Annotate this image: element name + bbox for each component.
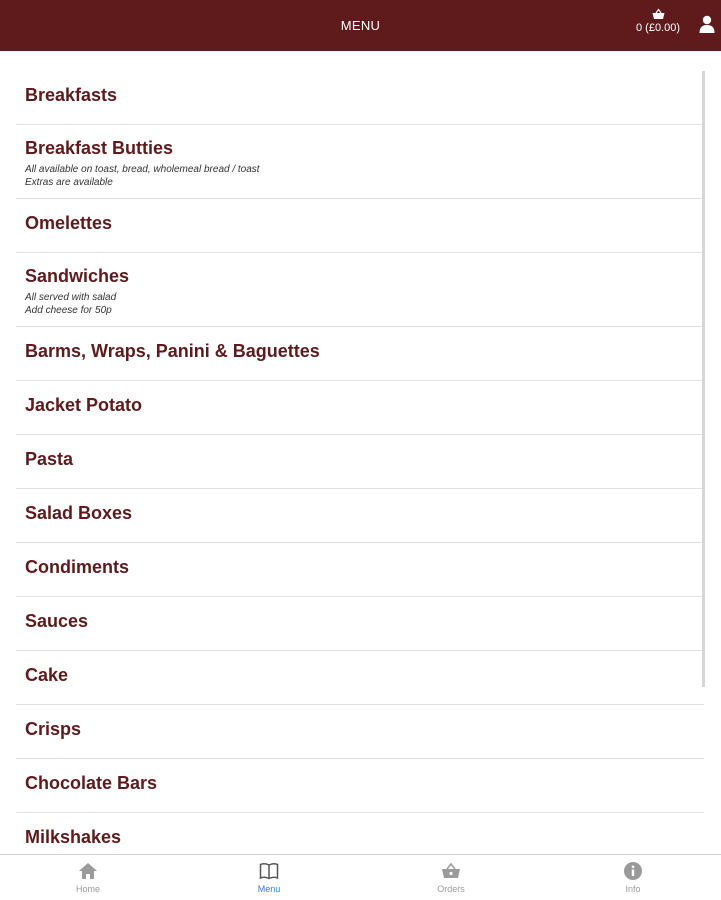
menu-category-breakfast-butties[interactable]: Breakfast Butties All available on toast… xyxy=(16,125,704,199)
info-icon xyxy=(624,862,642,880)
nav-info-label: Info xyxy=(625,884,641,894)
home-icon xyxy=(79,863,97,879)
category-title: Omelettes xyxy=(25,213,113,233)
menu-category-breakfasts[interactable]: Breakfasts xyxy=(16,71,704,125)
category-title: Milkshakes xyxy=(25,827,122,847)
menu-category-cake[interactable]: Cake xyxy=(16,651,704,705)
category-note: All available on toast, bread, wholemeal… xyxy=(25,164,260,175)
menu-category-milkshakes[interactable]: Milkshakes xyxy=(16,813,704,855)
nav-home-label: Home xyxy=(75,884,100,894)
menu-category-chocolate-bars[interactable]: Chocolate Bars xyxy=(16,759,704,813)
top-bar: MENU 0 (£0.00) xyxy=(0,0,721,51)
basket-icon xyxy=(442,862,460,878)
nav-orders-label: Orders xyxy=(437,884,465,894)
menu-category-pasta[interactable]: Pasta xyxy=(16,435,704,489)
category-title: Sauces xyxy=(25,611,89,631)
category-title: Cake xyxy=(25,665,69,685)
menu-category-condiments[interactable]: Condiments xyxy=(16,543,704,597)
book-icon xyxy=(259,863,279,880)
nav-menu-label: Menu xyxy=(257,884,281,894)
category-title: Breakfast Butties xyxy=(25,138,174,158)
page-title: MENU xyxy=(340,18,381,33)
bottom-navigation: Home Menu Orders Info xyxy=(0,854,721,900)
menu-category-list: Breakfasts Breakfast Butties All availab… xyxy=(16,71,704,855)
category-note: Extras are available xyxy=(25,177,113,188)
category-title: Salad Boxes xyxy=(25,503,133,523)
menu-category-barms-wraps[interactable]: Barms, Wraps, Panini & Baguettes xyxy=(16,327,704,381)
category-title: Jacket Potato xyxy=(25,395,143,415)
nav-info[interactable]: Info xyxy=(588,861,678,894)
menu-category-sauces[interactable]: Sauces xyxy=(16,597,704,651)
app-window: MENU 0 (£0.00) Breakfasts Breakfast Butt… xyxy=(0,0,721,900)
nav-home[interactable]: Home xyxy=(43,861,133,894)
basket-total: 0 (£0.00) xyxy=(635,22,681,34)
menu-category-crisps[interactable]: Crisps xyxy=(16,705,704,759)
category-title: Breakfasts xyxy=(25,85,118,105)
user-icon[interactable] xyxy=(699,15,715,33)
category-note: All served with salad xyxy=(25,292,117,303)
basket-icon xyxy=(652,8,664,19)
menu-category-sandwiches[interactable]: Sandwiches All served with salad Add che… xyxy=(16,253,704,327)
menu-category-salad-boxes[interactable]: Salad Boxes xyxy=(16,489,704,543)
category-title: Condiments xyxy=(25,557,130,577)
nav-menu[interactable]: Menu xyxy=(224,861,314,894)
menu-category-jacket-potato[interactable]: Jacket Potato xyxy=(16,381,704,435)
basket-button[interactable]: 0 (£0.00) xyxy=(633,8,683,34)
category-title: Sandwiches xyxy=(25,266,130,286)
category-title: Barms, Wraps, Panini & Baguettes xyxy=(25,341,320,361)
category-note: Add cheese for 50p xyxy=(25,305,112,316)
menu-category-omelettes[interactable]: Omelettes xyxy=(16,199,704,253)
category-title: Pasta xyxy=(25,449,74,469)
category-title: Chocolate Bars xyxy=(25,773,158,793)
list-scrollbar[interactable] xyxy=(702,71,705,687)
category-title: Crisps xyxy=(25,719,82,739)
nav-orders[interactable]: Orders xyxy=(406,861,496,894)
